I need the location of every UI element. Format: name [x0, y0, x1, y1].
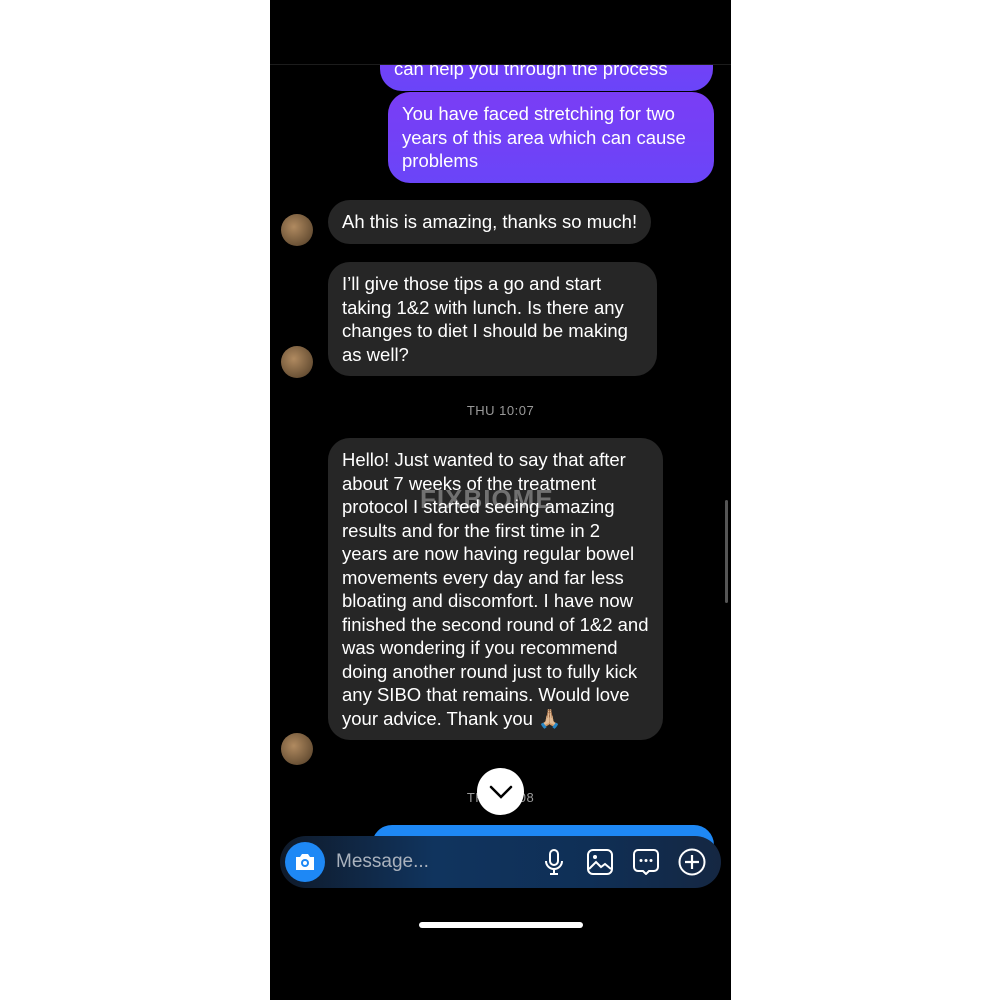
top-bar [270, 0, 731, 65]
message-input[interactable]: Message... [336, 851, 531, 873]
phone-screen: can help you through the process You hav… [270, 0, 731, 1000]
avatar[interactable] [281, 346, 313, 378]
home-indicator[interactable] [419, 922, 583, 928]
message-text: I’ll give those tips a go and start taki… [342, 273, 628, 365]
sticker-button[interactable] [623, 842, 669, 882]
message-text: Ah this is amazing, thanks so much! [342, 211, 638, 232]
microphone-icon [545, 849, 563, 875]
message-bubble-incoming[interactable]: I’ll give those tips a go and start taki… [328, 262, 657, 376]
plus-circle-icon [678, 848, 706, 876]
avatar[interactable] [281, 214, 313, 246]
timestamp: THU 10:07 [466, 403, 535, 418]
message-bubble-incoming[interactable]: Ah this is amazing, thanks so much! [328, 200, 652, 244]
camera-button[interactable] [285, 842, 325, 882]
scroll-to-bottom-button[interactable] [477, 768, 524, 815]
more-button[interactable] [669, 842, 715, 882]
image-icon [587, 849, 613, 875]
chevron-down-icon [489, 785, 512, 799]
message-text: You have faced stretching for two years … [402, 103, 686, 171]
avatar[interactable] [281, 733, 313, 765]
watermark-logo: FIXBIOME [420, 484, 554, 514]
message-bubble-outgoing[interactable]: You have faced stretching for two years … [388, 92, 714, 183]
chat-bubble-icon [633, 849, 659, 875]
scrollbar[interactable] [725, 500, 728, 603]
message-composer: Message... [280, 836, 721, 888]
camera-icon [296, 854, 314, 870]
gallery-button[interactable] [577, 842, 623, 882]
microphone-button[interactable] [531, 842, 577, 882]
